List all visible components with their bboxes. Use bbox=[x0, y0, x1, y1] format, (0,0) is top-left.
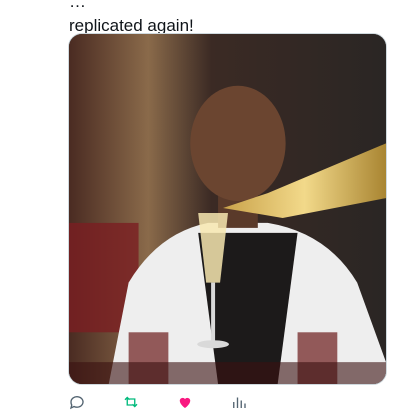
heart-icon bbox=[179, 397, 191, 408]
post-image[interactable] bbox=[68, 33, 387, 385]
post-image-placeholder bbox=[69, 34, 386, 384]
views-icon bbox=[233, 397, 246, 408]
like-button[interactable] bbox=[176, 393, 194, 411]
retweet-icon bbox=[124, 396, 138, 408]
post-text-line-1: … bbox=[69, 0, 86, 11]
reply-icon bbox=[69, 396, 84, 410]
reply-button[interactable] bbox=[68, 393, 86, 411]
views-button[interactable] bbox=[230, 393, 248, 411]
post-actions bbox=[68, 392, 388, 412]
retweet-button[interactable] bbox=[122, 393, 140, 411]
